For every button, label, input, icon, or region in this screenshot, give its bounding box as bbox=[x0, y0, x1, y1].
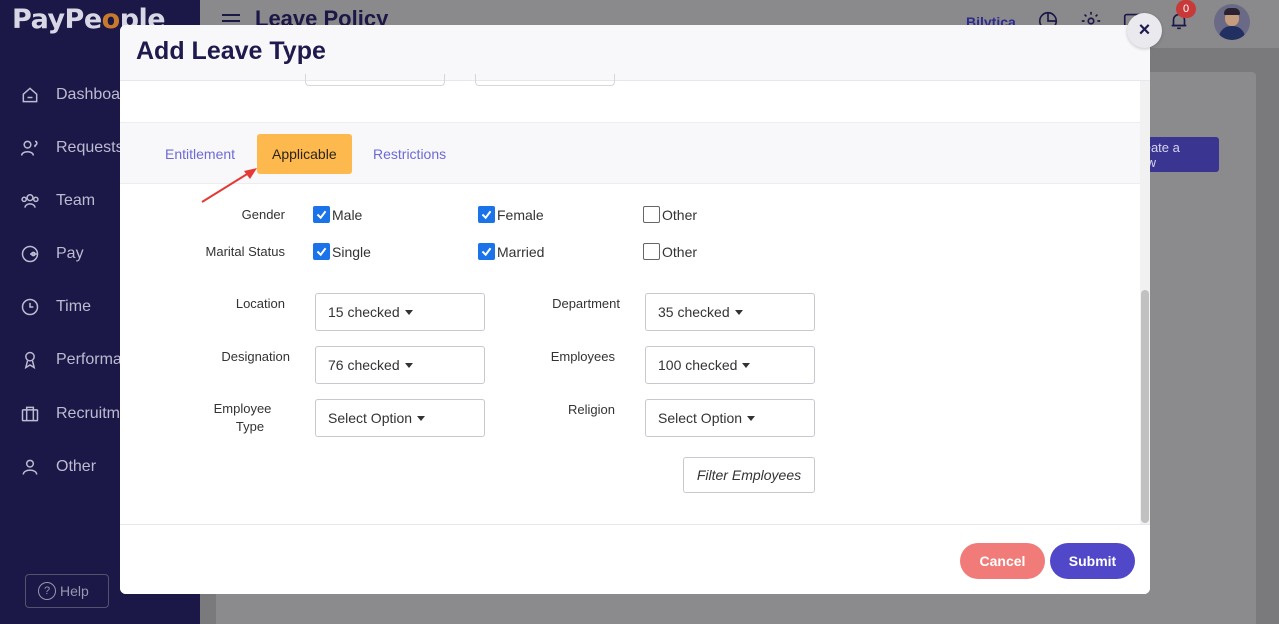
home-icon bbox=[22, 87, 38, 103]
cancel-button[interactable]: Cancel bbox=[960, 543, 1045, 579]
designation-dropdown[interactable]: 76 checked bbox=[315, 346, 485, 384]
gender-label: Gender bbox=[241, 207, 285, 222]
checkbox-label: Male bbox=[332, 206, 363, 223]
dropdown-value: Select Option bbox=[328, 410, 413, 426]
dropdown-value: 35 checked bbox=[658, 304, 730, 320]
checkbox-checked-icon bbox=[313, 206, 330, 223]
annotation-arrow-icon bbox=[201, 168, 257, 203]
dropdown-value: 76 checked bbox=[328, 357, 400, 373]
requests-icon bbox=[20, 140, 38, 156]
checkbox-label: Married bbox=[497, 243, 545, 260]
marital-single-checkbox[interactable]: Single bbox=[313, 243, 371, 260]
sidebar-item-other[interactable]: Other bbox=[20, 452, 96, 482]
close-icon: × bbox=[1138, 19, 1151, 41]
checkbox-checked-icon bbox=[313, 243, 330, 260]
religion-label: Religion bbox=[568, 402, 615, 417]
dropdown-value: 100 checked bbox=[658, 357, 738, 373]
tabs-bar: Entitlement Applicable Restrictions bbox=[120, 122, 1140, 184]
sidebar-item-dashboard[interactable]: Dashboard bbox=[20, 80, 134, 110]
filter-employees-button[interactable]: Filter Employees bbox=[683, 457, 815, 493]
close-modal-button[interactable]: × bbox=[1127, 13, 1162, 48]
modal-footer: Cancel Submit bbox=[120, 524, 1150, 594]
designation-label: Designation bbox=[221, 349, 290, 364]
sidebar-item-label: Requests bbox=[56, 139, 124, 156]
caret-down-icon bbox=[747, 416, 756, 421]
checkbox-label: Female bbox=[497, 206, 544, 223]
caret-down-icon bbox=[734, 310, 743, 315]
marital-other-checkbox[interactable]: Other bbox=[643, 243, 697, 260]
religion-dropdown[interactable]: Select Option bbox=[645, 399, 815, 437]
caret-down-icon bbox=[404, 310, 413, 315]
sidebar-item-requests[interactable]: Requests bbox=[20, 133, 124, 163]
department-label: Department bbox=[552, 296, 620, 311]
clock-icon bbox=[21, 298, 39, 316]
briefcase-icon bbox=[21, 406, 39, 422]
employees-label: Employees bbox=[550, 349, 615, 364]
caret-down-icon bbox=[742, 363, 751, 368]
gender-male-checkbox[interactable]: Male bbox=[313, 206, 362, 223]
checkbox-label: Other bbox=[662, 243, 698, 260]
sidebar-item-label: Other bbox=[56, 458, 97, 475]
location-label: Location bbox=[235, 296, 285, 311]
submit-button[interactable]: Submit bbox=[1050, 543, 1135, 579]
sidebar-item-team[interactable]: Team bbox=[20, 186, 95, 216]
checkbox-empty-icon bbox=[643, 206, 660, 223]
marital-status-label: Marital Status bbox=[205, 244, 285, 259]
sidebar-item-label: Time bbox=[56, 298, 91, 315]
partial-input[interactable] bbox=[475, 74, 615, 86]
location-dropdown[interactable]: 15 checked bbox=[315, 293, 485, 331]
add-leave-type-modal: Add Leave Type Entitlement Applicable Re… bbox=[120, 25, 1150, 594]
tab-restrictions[interactable]: Restrictions bbox=[373, 134, 446, 174]
help-icon: ? bbox=[38, 582, 56, 600]
checkbox-label: Single bbox=[332, 243, 371, 260]
caret-down-icon bbox=[417, 416, 426, 421]
scrollbar-thumb[interactable] bbox=[1141, 290, 1149, 523]
caret-down-icon bbox=[404, 363, 413, 368]
avatar[interactable] bbox=[1214, 4, 1250, 40]
checkbox-checked-icon bbox=[478, 206, 495, 223]
department-dropdown[interactable]: 35 checked bbox=[645, 293, 815, 331]
tab-applicable[interactable]: Applicable bbox=[257, 134, 352, 174]
help-button[interactable]: ? Help bbox=[25, 574, 109, 608]
help-label: Help bbox=[60, 583, 89, 599]
sidebar-item-label: Pay bbox=[56, 245, 84, 262]
dropdown-value: Select Option bbox=[658, 410, 743, 426]
award-icon bbox=[24, 351, 36, 370]
dropdown-value: 15 checked bbox=[328, 304, 400, 320]
employee-type-dropdown[interactable]: Select Option bbox=[315, 399, 485, 437]
gender-other-checkbox[interactable]: Other bbox=[643, 206, 697, 223]
checkbox-checked-icon bbox=[478, 243, 495, 260]
user-icon bbox=[22, 459, 38, 475]
employees-dropdown[interactable]: 100 checked bbox=[645, 346, 815, 384]
sidebar-item-pay[interactable]: Pay bbox=[20, 239, 84, 269]
marital-married-checkbox[interactable]: Married bbox=[478, 243, 544, 260]
notification-badge: 0 bbox=[1176, 0, 1196, 18]
partial-input[interactable] bbox=[305, 74, 445, 86]
modal-title: Add Leave Type bbox=[136, 37, 326, 65]
gender-female-checkbox[interactable]: Female bbox=[478, 206, 544, 223]
checkbox-label: Other bbox=[662, 206, 698, 223]
pay-icon bbox=[21, 245, 39, 263]
sidebar-item-time[interactable]: Time bbox=[20, 292, 91, 322]
checkbox-empty-icon bbox=[643, 243, 660, 260]
employee-type-label-line: Type bbox=[235, 419, 265, 434]
modal-header: Add Leave Type bbox=[120, 25, 1150, 81]
team-icon bbox=[21, 194, 39, 208]
employee-type-label-line: Employee bbox=[213, 401, 272, 416]
employee-type-label: Employee Type bbox=[200, 400, 285, 436]
sidebar-item-label: Team bbox=[56, 192, 96, 209]
